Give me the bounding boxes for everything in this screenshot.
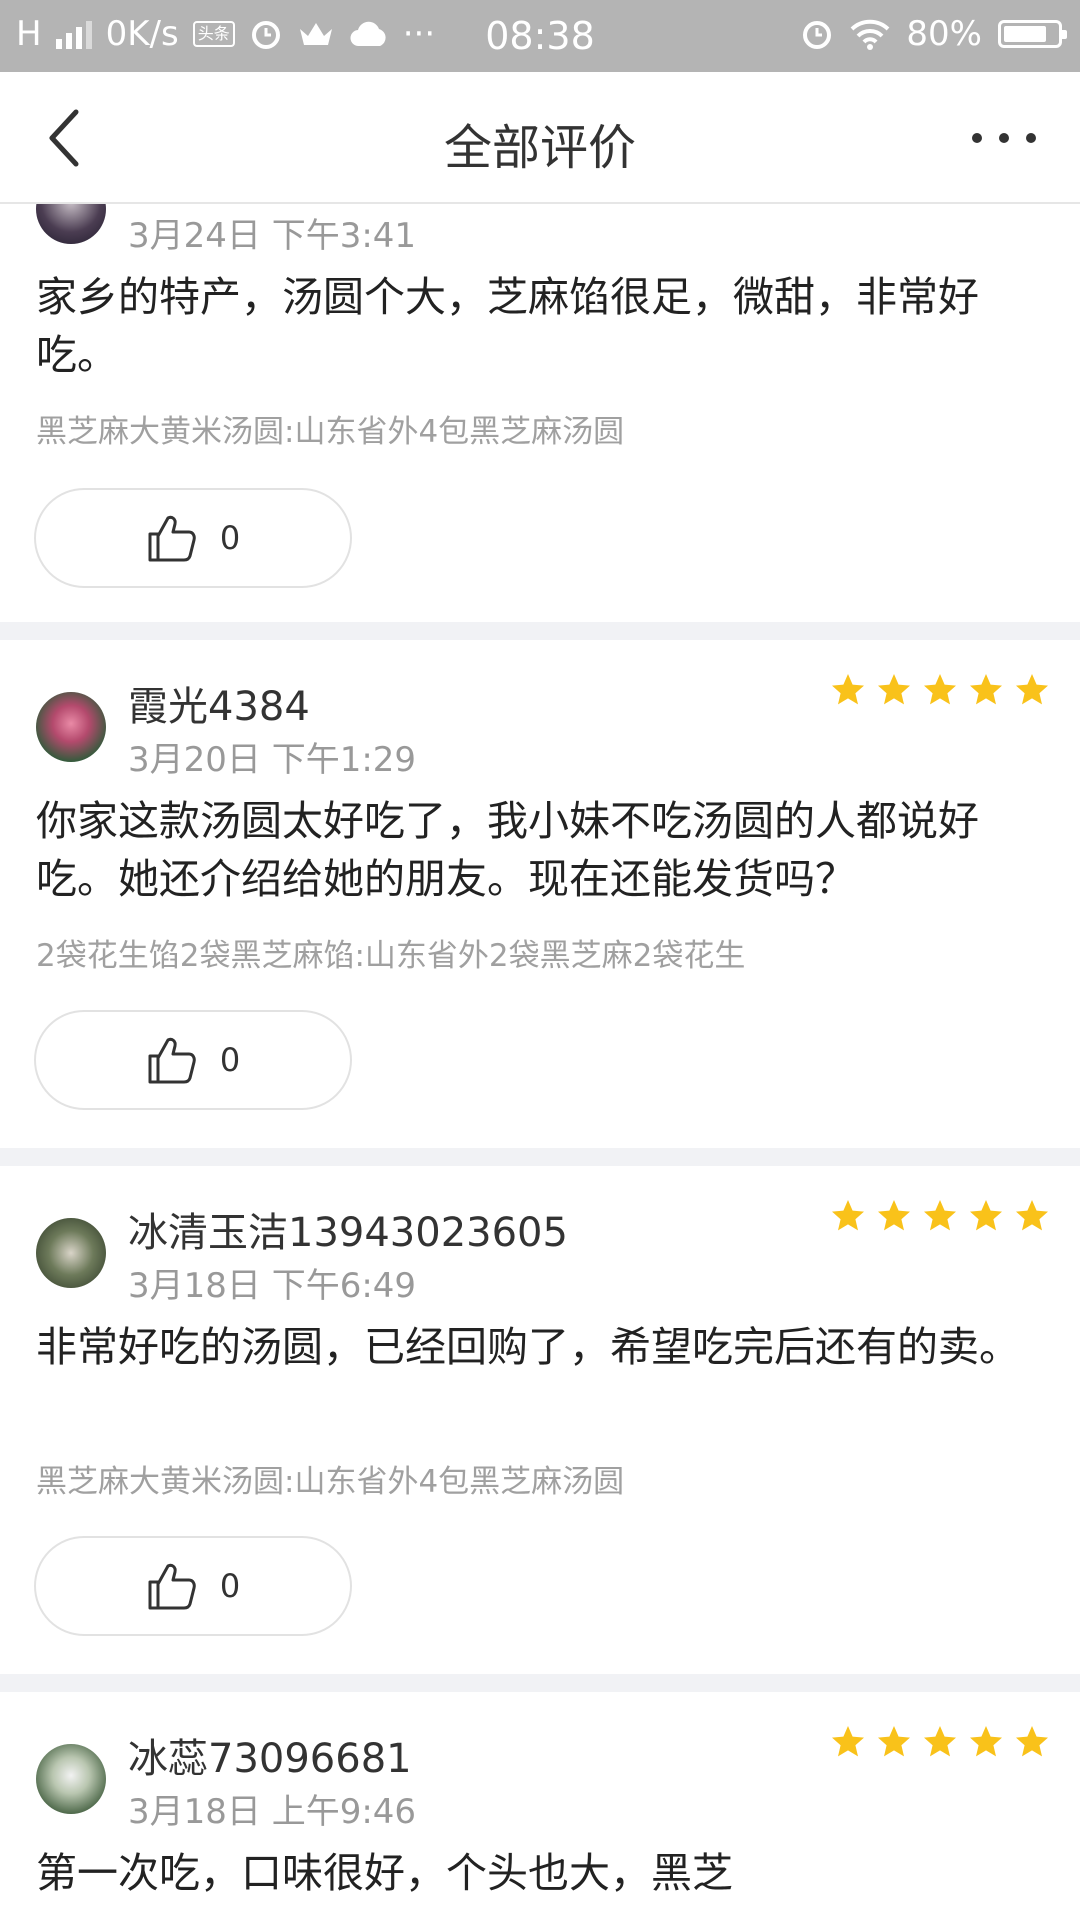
review-sku: 黑芝麻大黄米汤圆:山东省外4包黑芝麻汤圆 xyxy=(36,414,625,450)
star-rating xyxy=(830,1198,1050,1234)
star-icon xyxy=(970,674,1002,705)
page-title: 全部评价 xyxy=(443,120,636,176)
username: 霞光4384 xyxy=(128,684,310,730)
like-button[interactable]: 0 xyxy=(34,488,352,588)
status-bar-right: 80% xyxy=(800,14,1067,54)
star-icon xyxy=(878,1200,910,1231)
avatar[interactable] xyxy=(36,204,106,244)
review-text: 家乡的特产，汤圆个大，芝麻馅很足，微甜，非常好吃。 xyxy=(36,273,979,379)
status-bar: H 0K/s 头条 ··· 08:38 80% xyxy=(0,0,1080,72)
star-icon xyxy=(832,674,864,705)
separator xyxy=(0,1148,1080,1166)
star-icon xyxy=(878,1726,910,1757)
review-date: 3月20日 下午1:29 xyxy=(128,740,417,780)
like-count: 0 xyxy=(219,1041,241,1079)
star-icon xyxy=(1016,1726,1048,1757)
username: 冰清玉洁13943023605 xyxy=(128,1210,568,1256)
star-icon xyxy=(924,1726,956,1757)
review-item: 霞光4384 3月20日 下午1:29 你家这款汤圆太好吃了，我小妹不吃汤圆的人… xyxy=(0,640,1080,1148)
alarm-icon xyxy=(803,21,832,49)
star-icon xyxy=(832,1200,864,1231)
review-text: 非常好吃的汤圆，已经回购了，希望吃完后还有的卖。 xyxy=(36,1323,1020,1371)
thumbs-up-icon xyxy=(148,515,196,562)
star-icon xyxy=(878,674,910,705)
avatar[interactable] xyxy=(36,692,106,762)
separator xyxy=(0,1674,1080,1692)
star-rating xyxy=(830,1724,1050,1760)
like-count: 0 xyxy=(219,519,241,557)
star-icon xyxy=(924,1200,956,1231)
nav-bar: 全部评价 xyxy=(0,72,1080,204)
like-button[interactable]: 0 xyxy=(34,1536,352,1636)
battery-icon xyxy=(998,20,1067,48)
star-icon xyxy=(1016,674,1048,705)
avatar[interactable] xyxy=(36,1218,106,1288)
like-button[interactable]: 0 xyxy=(34,1010,352,1110)
review-item: 冰蕊73096681 3月18日 上午9:46 第一次吃，口味很好，个头也大，黑… xyxy=(0,1692,1080,1920)
review-text: 第一次吃，口味很好，个头也大，黑芝 xyxy=(36,1849,733,1897)
reviews-list[interactable]: 3月24日 下午3:41 家乡的特产，汤圆个大，芝麻馅很足，微甜，非常好吃。 黑… xyxy=(0,204,1080,1920)
avatar[interactable] xyxy=(36,1744,106,1814)
review-item: 冰清玉洁13943023605 3月18日 下午6:49 非常好吃的汤圆，已经回… xyxy=(0,1166,1080,1674)
star-icon xyxy=(970,1200,1002,1231)
like-count: 0 xyxy=(219,1567,241,1605)
more-dot xyxy=(1026,133,1036,143)
review-sku: 黑芝麻大黄米汤圆:山东省外4包黑芝麻汤圆 xyxy=(36,1464,625,1500)
battery-percent: 80% xyxy=(906,14,982,54)
username: 冰蕊73096681 xyxy=(128,1736,412,1782)
star-rating xyxy=(830,672,1050,708)
review-date: 3月24日 下午3:41 xyxy=(128,216,417,256)
star-icon xyxy=(1016,1200,1048,1231)
thumbs-up-icon xyxy=(148,1563,196,1610)
review-date: 3月18日 上午9:46 xyxy=(128,1792,417,1832)
wifi-icon xyxy=(851,19,890,50)
more-dots-icon xyxy=(972,133,982,143)
battery-level xyxy=(1004,26,1046,42)
star-icon xyxy=(832,1726,864,1757)
more-button[interactable] xyxy=(972,128,1036,148)
review-sku: 2袋花生馅2袋黑芝麻馅:山东省外2袋黑芝麻2袋花生 xyxy=(36,938,746,974)
more-dot xyxy=(999,133,1009,143)
star-icon xyxy=(970,1726,1002,1757)
star-icon xyxy=(924,674,956,705)
review-date: 3月18日 下午6:49 xyxy=(128,1266,417,1306)
separator xyxy=(0,622,1080,640)
thumbs-up-icon xyxy=(148,1037,196,1084)
review-text: 你家这款汤圆太好吃了，我小妹不吃汤圆的人都说好吃。她还介绍给她的朋友。现在还能发… xyxy=(36,797,979,903)
review-item: 3月24日 下午3:41 家乡的特产，汤圆个大，芝麻馅很足，微甜，非常好吃。 黑… xyxy=(0,204,1080,622)
